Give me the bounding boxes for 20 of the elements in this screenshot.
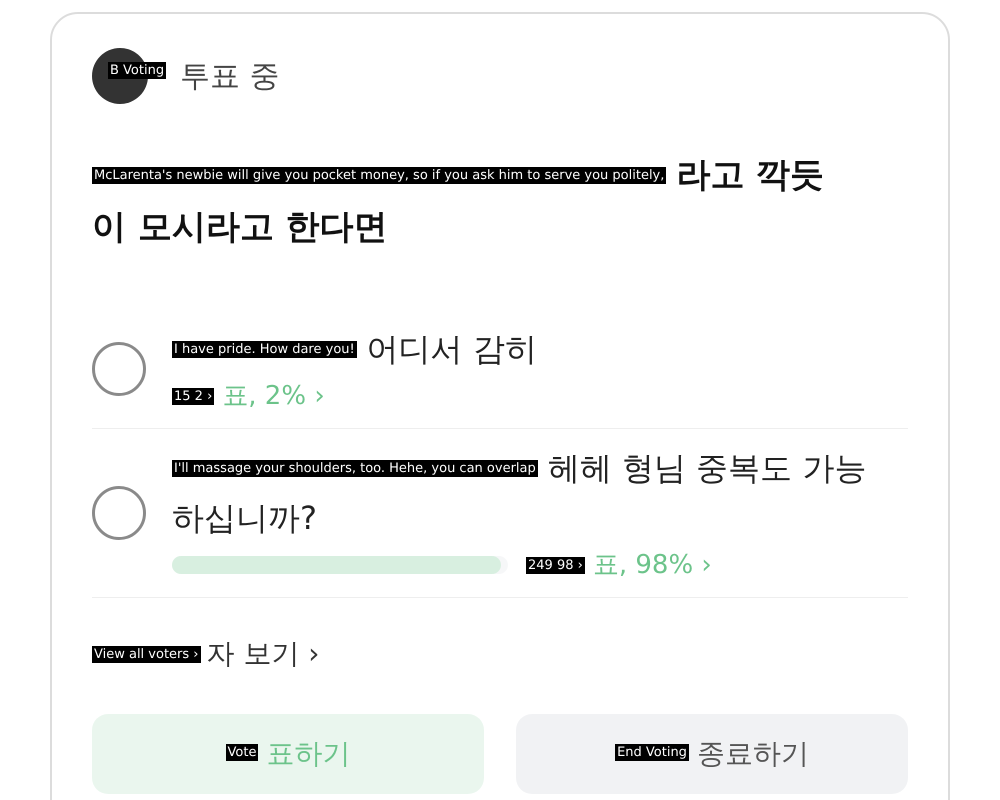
option-text: 하십니까? (172, 498, 318, 539)
option-text: 헤헤 형님 중복도 가능 (548, 448, 866, 489)
vote-button[interactable]: Vote 표하기 (92, 714, 484, 794)
voters-link[interactable]: 자 보기 › (206, 634, 320, 674)
translation-tag: 249 98 › (526, 556, 585, 574)
translation-tag: Vote (226, 744, 258, 761)
question-text: 이 모시라고 한다면 (92, 206, 389, 249)
translation-tag: View all voters › (92, 646, 200, 662)
option-text: 어디서 감히 (366, 329, 537, 370)
radio-button[interactable] (92, 342, 146, 396)
radio-button[interactable] (92, 486, 146, 540)
translation-tag: B Voting (108, 62, 166, 78)
poll-status: 투표 중 (180, 58, 280, 96)
translation-tag: 15 2 › (172, 388, 214, 404)
translation-tag: End Voting (615, 744, 689, 761)
end-voting-button[interactable]: End Voting 종료하기 (516, 714, 908, 794)
translation-tag: I have pride. How dare you! (172, 340, 357, 358)
question-text: 라고 깍듯 (676, 154, 824, 197)
translation-tag: I'll massage your shoulders, too. Hehe, you can overlap (172, 460, 538, 476)
translation-tag: McLarenta's newbie will give you pocket money, so if you ask him to serve you politely, (92, 166, 666, 184)
